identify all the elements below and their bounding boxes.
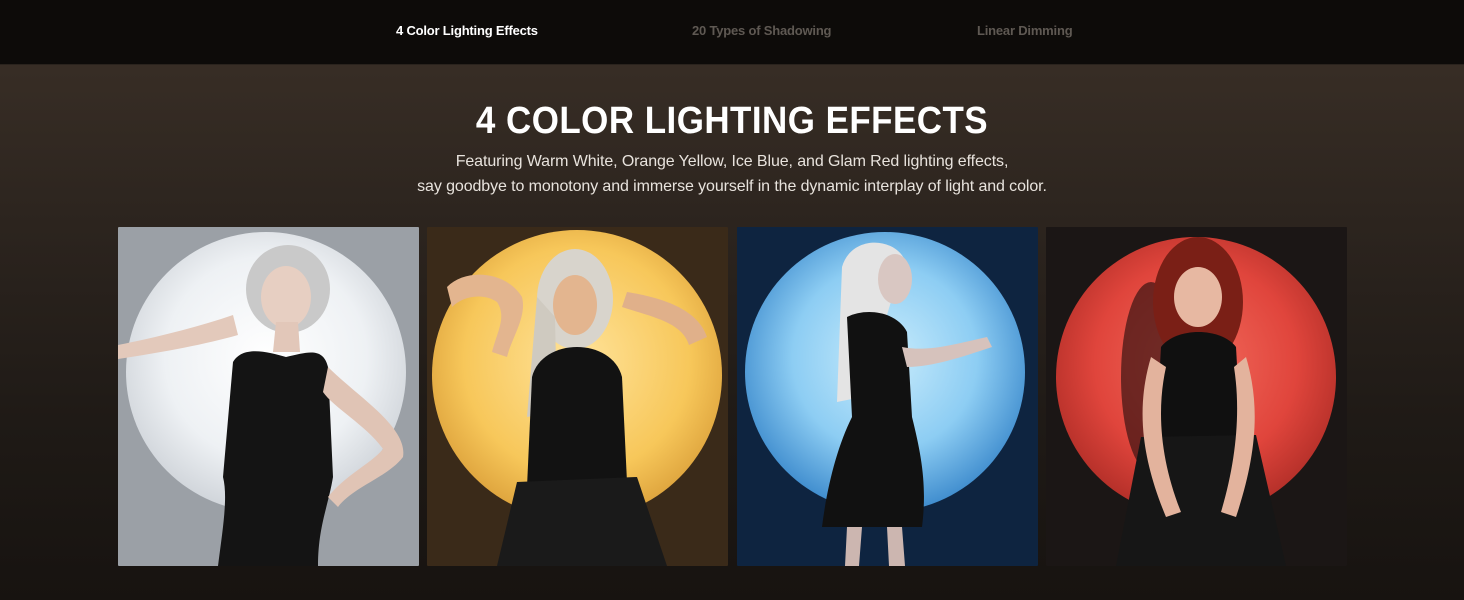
lighting-panel-ice-blue <box>737 227 1038 566</box>
lighting-panel-glam-red <box>1046 227 1347 566</box>
section-title: 4 COLOR LIGHTING EFFECTS <box>475 100 989 142</box>
section-subtitle-line-2: say goodbye to monotony and immerse your… <box>417 178 1047 195</box>
tab-types-of-shadowing[interactable]: 20 Types of Shadowing <box>692 23 832 43</box>
black-dress <box>218 351 333 566</box>
lighting-panel-orange-yellow <box>427 227 728 566</box>
face <box>553 275 597 335</box>
black-skirt <box>497 477 667 566</box>
lighting-panel-warm-white <box>118 227 419 566</box>
face <box>1174 267 1222 327</box>
tab-linear-dimming[interactable]: Linear Dimming <box>977 23 1073 43</box>
orange-yellow-photo <box>427 227 728 566</box>
tab-color-lighting-effects[interactable]: 4 Color Lighting Effects <box>396 23 538 43</box>
face <box>261 266 311 328</box>
section-subtitle-line-1: Featuring Warm White, Orange Yellow, Ice… <box>455 153 1009 170</box>
warm-white-photo <box>118 227 419 566</box>
face <box>878 254 912 304</box>
glam-red-photo <box>1046 227 1347 566</box>
neck <box>273 322 300 352</box>
black-top <box>1156 332 1241 439</box>
feature-tab-bar: 4 Color Lighting Effects 20 Types of Sha… <box>0 0 1464 65</box>
black-top <box>527 347 627 487</box>
ice-blue-photo <box>737 227 1038 566</box>
